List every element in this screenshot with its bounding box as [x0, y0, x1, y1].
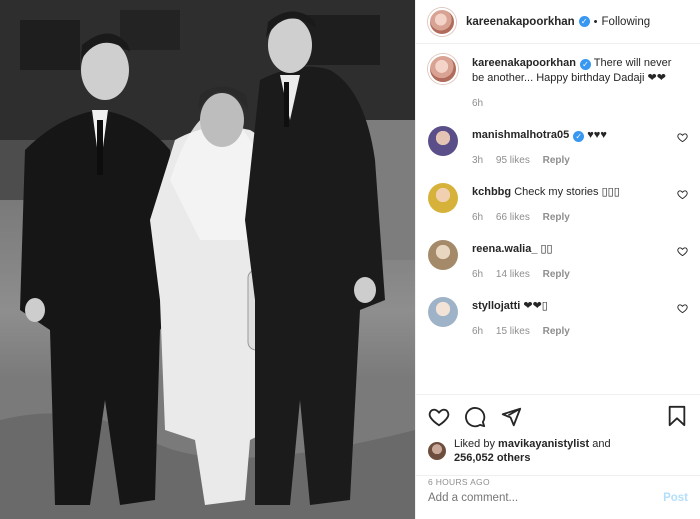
add-comment-input[interactable]	[428, 491, 664, 504]
action-icons	[428, 405, 688, 429]
comment-time[interactable]: 6h	[472, 212, 483, 223]
comment-text-block: reena.walia_ ▯▯	[472, 242, 672, 257]
comment-username[interactable]: reena.walia_	[472, 243, 537, 255]
comment-like-heart-icon[interactable]	[677, 132, 688, 143]
comment-body: kchbbg Check my stories ▯▯▯ 6h 66 likes …	[472, 185, 688, 223]
comment-icon[interactable]	[464, 406, 486, 428]
likes-others-link[interactable]: 256,052 others	[454, 452, 530, 464]
comment-avatar[interactable]	[428, 240, 458, 270]
comment-text-block: manishmalhotra05 ✓ ♥♥♥	[472, 128, 672, 143]
comment-body: styllojatti ❤❤▯ 6h 15 likes Reply	[472, 299, 688, 337]
caption-username[interactable]: kareenakapoorkhan	[472, 57, 576, 69]
comment-text-block: kchbbg Check my stories ▯▯▯	[472, 185, 672, 200]
comment-avatar[interactable]	[428, 183, 458, 213]
comment-likes[interactable]: 66 likes	[496, 212, 530, 223]
likes-summary: Liked by mavikayanistylist and 256,052 o…	[428, 437, 688, 465]
comment-like-heart-icon[interactable]	[677, 246, 688, 257]
comment-time[interactable]: 6h	[472, 269, 483, 280]
reply-button[interactable]: Reply	[543, 155, 570, 166]
post-comment-button[interactable]: Post	[663, 492, 688, 504]
comment-time[interactable]: 3h	[472, 155, 483, 166]
comments-list[interactable]: kareenakapoorkhan ✓ There will never be a…	[416, 44, 700, 394]
reply-button[interactable]: Reply	[543, 269, 570, 280]
comment-like-heart-icon[interactable]	[677, 303, 688, 314]
caption: kareenakapoorkhan ✓ There will never be a…	[428, 54, 688, 109]
reply-button[interactable]: Reply	[543, 212, 570, 223]
comment-like-heart-icon[interactable]	[677, 189, 688, 200]
comment-meta: 6h 14 likes Reply	[472, 269, 672, 280]
author-username[interactable]: kareenakapoorkhan	[466, 16, 575, 28]
comment-item: reena.walia_ ▯▯ 6h 14 likes Reply	[428, 240, 688, 280]
share-icon[interactable]	[500, 406, 522, 428]
verified-icon: ✓	[579, 59, 591, 70]
comment-body: manishmalhotra05 ✓ ♥♥♥ 3h 95 likes Reply	[472, 128, 688, 166]
bookmark-icon[interactable]	[666, 405, 688, 427]
comment-username[interactable]: manishmalhotra05	[472, 129, 569, 141]
comment-text: ♥♥♥	[587, 129, 607, 141]
caption-meta: 6h	[472, 98, 672, 109]
liker-avatar[interactable]	[428, 442, 446, 460]
comment-text-block: styllojatti ❤❤▯	[472, 299, 672, 314]
comment-time[interactable]: 6h	[472, 326, 483, 337]
author-avatar[interactable]	[428, 7, 456, 36]
comment-meta: 3h 95 likes Reply	[472, 155, 672, 166]
liker-username[interactable]: mavikayanistylist	[498, 438, 589, 450]
comment-item: styllojatti ❤❤▯ 6h 15 likes Reply	[428, 297, 688, 337]
verified-icon: ✓	[573, 131, 585, 142]
post-header: kareenakapoorkhan ✓ • Following	[416, 0, 700, 44]
comment-avatar[interactable]	[428, 297, 458, 327]
heart-icon[interactable]	[428, 406, 450, 428]
comment-text: ▯▯	[540, 243, 553, 255]
comment-meta: 6h 15 likes Reply	[472, 326, 672, 337]
comment-item: kchbbg Check my stories ▯▯▯ 6h 66 likes …	[428, 183, 688, 223]
caption-text-block: kareenakapoorkhan ✓ There will never be a…	[472, 56, 672, 86]
post-sidebar: kareenakapoorkhan ✓ • Following kareenak…	[415, 0, 700, 519]
comment-username[interactable]: styllojatti	[472, 300, 520, 312]
separator-dot: •	[593, 15, 598, 28]
comment-body: reena.walia_ ▯▯ 6h 14 likes Reply	[472, 242, 688, 280]
comment-likes[interactable]: 95 likes	[496, 155, 530, 166]
caption-time[interactable]: 6h	[472, 98, 483, 109]
comment-username[interactable]: kchbbg	[472, 186, 511, 198]
comment-likes[interactable]: 15 likes	[496, 326, 530, 337]
caption-body: kareenakapoorkhan ✓ There will never be a…	[472, 56, 688, 109]
verified-icon: ✓	[578, 16, 590, 27]
comment-meta: 6h 66 likes Reply	[472, 212, 672, 223]
likes-text: Liked by mavikayanistylist and 256,052 o…	[454, 437, 611, 465]
reply-button[interactable]: Reply	[543, 326, 570, 337]
likes-prefix: Liked by	[454, 438, 495, 450]
comment-item: manishmalhotra05 ✓ ♥♥♥ 3h 95 likes Reply	[428, 126, 688, 166]
caption-avatar[interactable]	[428, 54, 458, 84]
add-comment-bar: Post	[416, 475, 700, 519]
post-photo-image	[0, 0, 415, 519]
comment-avatar[interactable]	[428, 126, 458, 156]
comment-likes[interactable]: 14 likes	[496, 269, 530, 280]
post-photo[interactable]	[0, 0, 415, 519]
instagram-post-modal: kareenakapoorkhan ✓ • Following kareenak…	[0, 0, 700, 519]
likes-suffix: and	[592, 438, 611, 450]
comment-text: ❤❤▯	[523, 300, 548, 312]
following-button[interactable]: Following	[602, 16, 651, 28]
comment-text: Check my stories ▯▯▯	[514, 186, 620, 198]
